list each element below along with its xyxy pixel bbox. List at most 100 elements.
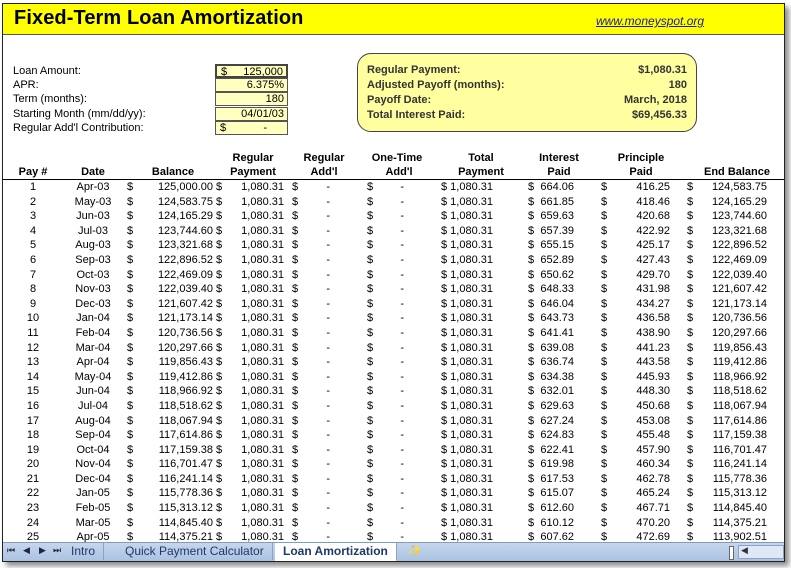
end-balance-cell[interactable]: 122,896.52 <box>712 239 767 251</box>
currency-symbol-cell[interactable]: $ <box>601 429 607 441</box>
regular-addl-cell[interactable]: - <box>326 239 330 251</box>
currency-symbol-cell[interactable]: $ <box>601 415 607 427</box>
interest-paid-cell[interactable]: 650.62 <box>540 269 574 281</box>
balance-cell[interactable]: 122,039.40 <box>158 283 213 295</box>
regular-payment-cell[interactable]: 1,080.31 <box>241 254 284 266</box>
balance-cell[interactable]: 119,412.86 <box>159 371 213 383</box>
principle-paid-cell[interactable]: 470.20 <box>636 517 670 529</box>
currency-symbol-cell[interactable]: $ <box>292 444 298 456</box>
interest-paid-cell[interactable]: 634.38 <box>540 371 574 383</box>
prev-sheet-button[interactable]: ◀ <box>23 545 30 556</box>
one-time-addl-cell[interactable]: - <box>400 254 404 266</box>
currency-symbol-cell[interactable]: $ <box>601 487 607 499</box>
currency-symbol-cell[interactable]: $ <box>127 444 133 456</box>
total-payment-cell[interactable]: 1,080.31 <box>450 429 493 441</box>
currency-symbol-cell[interactable]: $ <box>127 327 133 339</box>
regular-addl-cell[interactable]: - <box>326 429 330 441</box>
pay-date-cell[interactable]: Aug-04 <box>65 415 121 427</box>
one-time-addl-cell[interactable]: - <box>400 239 404 251</box>
starting-month-field[interactable]: 04/01/03 <box>215 107 288 121</box>
currency-symbol-cell[interactable]: $ <box>367 327 373 339</box>
currency-symbol-cell[interactable]: $ <box>528 487 534 499</box>
pay-number-cell[interactable]: 20 <box>23 458 43 470</box>
regular-payment-cell[interactable]: 1,080.31 <box>241 225 284 237</box>
currency-symbol-cell[interactable]: $ <box>601 385 607 397</box>
balance-cell[interactable]: 121,173.14 <box>158 312 213 324</box>
regular-addl-cell[interactable]: - <box>326 444 330 456</box>
pay-date-cell[interactable]: Nov-04 <box>65 458 121 470</box>
regular-addl-cell[interactable]: - <box>326 342 330 354</box>
currency-symbol-cell[interactable]: $ <box>528 298 534 310</box>
principle-paid-cell[interactable]: 441.23 <box>636 342 670 354</box>
currency-symbol-cell[interactable]: $ <box>601 312 607 324</box>
one-time-addl-cell[interactable]: - <box>400 458 404 470</box>
principle-paid-cell[interactable]: 450.68 <box>636 400 670 412</box>
currency-symbol-cell[interactable]: $ <box>528 239 534 251</box>
pay-number-cell[interactable]: 22 <box>23 487 43 499</box>
currency-symbol-cell[interactable]: $ <box>441 502 447 514</box>
regular-addl-cell[interactable]: - <box>326 225 330 237</box>
regular-payment-cell[interactable]: 1,080.31 <box>241 342 284 354</box>
end-balance-cell[interactable]: 121,607.42 <box>712 283 767 295</box>
total-payment-cell[interactable]: 1,080.31 <box>450 298 493 310</box>
currency-symbol-cell[interactable]: $ <box>601 458 607 470</box>
currency-symbol-cell[interactable]: $ <box>216 342 222 354</box>
currency-symbol-cell[interactable]: $ <box>441 196 447 208</box>
principle-paid-cell[interactable]: 418.46 <box>636 196 670 208</box>
currency-symbol-cell[interactable]: $ <box>216 225 222 237</box>
currency-symbol-cell[interactable]: $ <box>216 356 222 368</box>
end-balance-cell[interactable]: 116,241.14 <box>713 458 767 470</box>
currency-symbol-cell[interactable]: $ <box>216 473 222 485</box>
currency-symbol-cell[interactable]: $ <box>292 225 298 237</box>
currency-symbol-cell[interactable]: $ <box>292 312 298 324</box>
total-payment-cell[interactable]: 1,080.31 <box>450 210 493 222</box>
regular-payment-cell[interactable]: 1,080.31 <box>241 327 284 339</box>
currency-symbol-cell[interactable]: $ <box>601 327 607 339</box>
regular-payment-cell[interactable]: 1,080.31 <box>241 444 284 456</box>
balance-cell[interactable]: 118,067.94 <box>159 415 213 427</box>
currency-symbol-cell[interactable]: $ <box>127 487 133 499</box>
pay-number-cell[interactable]: 12 <box>23 342 43 354</box>
currency-symbol-cell[interactable]: $ <box>601 269 607 281</box>
end-balance-cell[interactable]: 117,159.38 <box>713 429 767 441</box>
pay-date-cell[interactable]: Aug-03 <box>65 239 121 251</box>
currency-symbol-cell[interactable]: $ <box>127 371 133 383</box>
balance-cell[interactable]: 125,000.00 <box>158 181 213 193</box>
currency-symbol-cell[interactable]: $ <box>292 283 298 295</box>
currency-symbol-cell[interactable]: $ <box>441 327 447 339</box>
currency-symbol-cell[interactable]: $ <box>687 517 693 529</box>
currency-symbol-cell[interactable]: $ <box>367 415 373 427</box>
currency-symbol-cell[interactable]: $ <box>687 502 693 514</box>
regular-addl-cell[interactable]: - <box>326 502 330 514</box>
pay-number-cell[interactable]: 19 <box>23 444 43 456</box>
currency-symbol-cell[interactable]: $ <box>216 502 222 514</box>
regular-payment-cell[interactable]: 1,080.31 <box>241 473 284 485</box>
end-balance-cell[interactable]: 114,375.21 <box>713 517 767 529</box>
end-balance-cell[interactable]: 115,778.36 <box>713 473 767 485</box>
interest-paid-cell[interactable]: 659.63 <box>540 210 574 222</box>
interest-paid-cell[interactable]: 629.63 <box>540 400 574 412</box>
one-time-addl-cell[interactable]: - <box>400 312 404 324</box>
balance-cell[interactable]: 119,856.43 <box>159 356 213 368</box>
currency-symbol-cell[interactable]: $ <box>367 400 373 412</box>
principle-paid-cell[interactable]: 422.92 <box>636 225 670 237</box>
total-payment-cell[interactable]: 1,080.31 <box>450 487 493 499</box>
pay-number-cell[interactable]: 8 <box>23 283 43 295</box>
interest-paid-cell[interactable]: 639.08 <box>540 342 574 354</box>
currency-symbol-cell[interactable]: $ <box>601 225 607 237</box>
total-payment-cell[interactable]: 1,080.31 <box>450 458 493 470</box>
principle-paid-cell[interactable]: 460.34 <box>636 458 670 470</box>
currency-symbol-cell[interactable]: $ <box>601 356 607 368</box>
currency-symbol-cell[interactable]: $ <box>687 458 693 470</box>
balance-cell[interactable]: 115,778.36 <box>159 487 213 499</box>
currency-symbol-cell[interactable]: $ <box>216 298 222 310</box>
pay-number-cell[interactable]: 5 <box>23 239 43 251</box>
pay-number-cell[interactable]: 3 <box>23 210 43 222</box>
currency-symbol-cell[interactable]: $ <box>367 181 373 193</box>
pay-date-cell[interactable]: Mar-05 <box>65 517 121 529</box>
currency-symbol-cell[interactable]: $ <box>127 385 133 397</box>
regular-payment-cell[interactable]: 1,080.31 <box>241 517 284 529</box>
regular-addl-cell[interactable]: - <box>326 327 330 339</box>
currency-symbol-cell[interactable]: $ <box>367 517 373 529</box>
currency-symbol-cell[interactable]: $ <box>528 356 534 368</box>
